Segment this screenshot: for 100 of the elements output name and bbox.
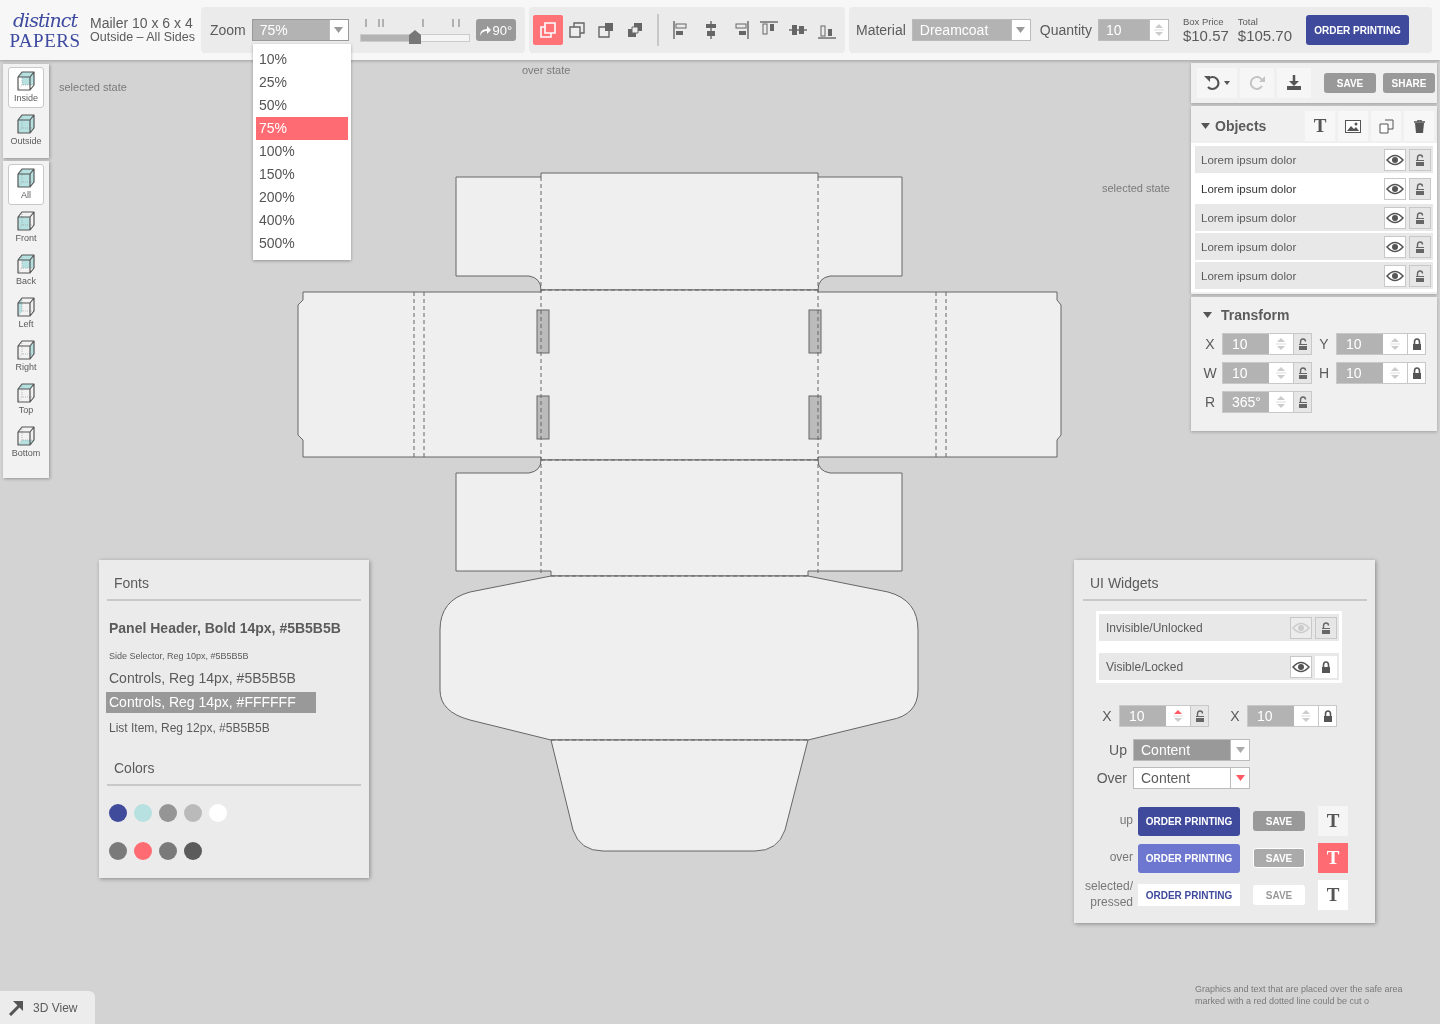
slider-thumb[interactable] bbox=[408, 30, 421, 44]
caret-icon bbox=[1235, 775, 1245, 781]
product-title: Mailer 10 x 6 x 4 bbox=[90, 16, 194, 31]
visibility-toggle[interactable] bbox=[1384, 235, 1406, 258]
visibility-toggle[interactable] bbox=[1384, 148, 1406, 171]
side-button[interactable]: Inside bbox=[8, 67, 44, 108]
object-label: Lorem ipsum dolor bbox=[1201, 182, 1297, 195]
object-row[interactable]: Lorem ipsum dolor bbox=[1195, 204, 1433, 231]
highlighted-sample-text: Controls, Reg 14px, #FFFFFF bbox=[106, 692, 316, 713]
redo-icon bbox=[1249, 75, 1265, 91]
order-printing-button[interactable]: ORDER PRINTING bbox=[1138, 843, 1240, 873]
order-printing-button[interactable]: ORDER PRINTING bbox=[1138, 806, 1240, 836]
object-label: Lorem ipsum dolor bbox=[1201, 240, 1297, 253]
lock-toggle[interactable] bbox=[1294, 333, 1312, 355]
lock-toggle[interactable] bbox=[1408, 362, 1426, 384]
visibility-toggle[interactable] bbox=[1384, 206, 1406, 229]
caret-icon bbox=[1016, 27, 1026, 33]
image-button[interactable] bbox=[1338, 111, 1368, 141]
visibility-toggle[interactable] bbox=[1290, 616, 1312, 639]
lock-icon bbox=[1415, 240, 1425, 253]
lock-toggle[interactable] bbox=[1409, 148, 1431, 171]
side-button[interactable]: Outside bbox=[8, 110, 44, 151]
lock-toggle[interactable] bbox=[1315, 616, 1337, 639]
arrow-icon bbox=[8, 999, 24, 1016]
section-header[interactable]: Transform bbox=[1203, 307, 1290, 323]
panel-title: Fonts bbox=[113, 574, 150, 592]
caret-icon bbox=[1235, 747, 1245, 753]
product-subtitle: Outside – All Sides bbox=[90, 30, 196, 44]
lock-toggle[interactable] bbox=[1409, 206, 1431, 229]
field-label: Up bbox=[1108, 742, 1127, 758]
stepper-icon bbox=[1390, 336, 1400, 352]
order-printing-button[interactable]: ORDER PRINTING bbox=[1138, 884, 1240, 906]
cube-icon bbox=[14, 295, 38, 319]
image-icon bbox=[1345, 119, 1361, 133]
menu-option[interactable]: 500% bbox=[256, 232, 348, 255]
object-row[interactable]: Lorem ipsum dolor bbox=[1195, 233, 1433, 260]
eye-icon bbox=[1386, 211, 1404, 224]
lock-toggle[interactable] bbox=[1409, 235, 1431, 258]
object-row[interactable]: Invisible/Unlocked bbox=[1099, 614, 1339, 641]
menu-option[interactable]: 400% bbox=[256, 209, 348, 232]
stepper-icon bbox=[1390, 365, 1400, 381]
arrow-icon bbox=[479, 24, 492, 36]
object-row[interactable]: Visible/Locked bbox=[1099, 653, 1339, 680]
view-3d-button[interactable]: 3D View bbox=[0, 991, 95, 1024]
text-tool-button[interactable]: T bbox=[1318, 806, 1348, 836]
visibility-toggle[interactable] bbox=[1384, 177, 1406, 200]
visibility-toggle[interactable] bbox=[1384, 264, 1406, 287]
lock-icon bbox=[1297, 396, 1308, 408]
lock-icon bbox=[1411, 338, 1422, 350]
annotation-text: selected state bbox=[59, 81, 127, 93]
delete-button[interactable] bbox=[1404, 111, 1434, 141]
lock-toggle[interactable] bbox=[1319, 705, 1337, 727]
menu-option[interactable]: 10% bbox=[256, 48, 348, 71]
section-header[interactable]: Objects bbox=[1201, 118, 1267, 134]
trash-icon bbox=[1413, 119, 1425, 133]
field-label: X bbox=[1204, 336, 1216, 352]
field-label: X bbox=[1229, 708, 1241, 724]
state-label: over bbox=[1108, 850, 1133, 866]
lock-toggle[interactable] bbox=[1294, 362, 1312, 384]
dropdown[interactable]: Content bbox=[1133, 767, 1250, 789]
slot bbox=[536, 309, 550, 354]
lock-icon bbox=[1297, 338, 1308, 350]
lock-toggle[interactable] bbox=[1191, 705, 1209, 727]
eye-icon bbox=[1386, 240, 1404, 253]
undo-button[interactable] bbox=[1197, 68, 1237, 98]
menu-option[interactable]: 25% bbox=[256, 71, 348, 94]
cube-icon bbox=[14, 112, 38, 136]
slot bbox=[808, 395, 822, 440]
field-label: X bbox=[1101, 708, 1113, 724]
cube-icon bbox=[14, 381, 38, 405]
menu-option[interactable]: 150% bbox=[256, 163, 348, 186]
menu-option[interactable]: 50% bbox=[256, 94, 348, 117]
footnote-text: Graphics and text that are placed over the safe area marked with a red dotted line could be cut o bbox=[1195, 983, 1404, 1007]
text-tool-button[interactable]: T bbox=[1305, 111, 1335, 141]
menu-option[interactable]: 200% bbox=[256, 186, 348, 209]
lock-toggle[interactable] bbox=[1408, 333, 1426, 355]
price-value: $105.70 bbox=[1237, 27, 1293, 43]
visibility-toggle[interactable] bbox=[1290, 655, 1312, 678]
side-button[interactable]: Left bbox=[8, 293, 44, 334]
side-button[interactable]: Back bbox=[8, 250, 44, 291]
object-row[interactable]: Lorem ipsum dolor bbox=[1195, 146, 1433, 173]
lock-icon bbox=[1194, 710, 1205, 722]
caret-icon bbox=[1203, 312, 1212, 318]
side-button[interactable]: Top bbox=[8, 379, 44, 420]
side-button[interactable]: All bbox=[8, 164, 44, 205]
lock-toggle[interactable] bbox=[1294, 391, 1312, 413]
object-row[interactable]: Lorem ipsum dolor bbox=[1195, 262, 1433, 289]
slot bbox=[536, 395, 550, 440]
sample-text: Controls, Reg 14px, #5B5B5B bbox=[109, 670, 297, 686]
side-button[interactable]: Right bbox=[8, 336, 44, 377]
order-printing-button[interactable]: ORDER PRINTING bbox=[1306, 15, 1410, 45]
text-tool-button[interactable]: T bbox=[1318, 880, 1348, 910]
lock-icon bbox=[1297, 367, 1308, 379]
lock-toggle[interactable] bbox=[1409, 264, 1431, 287]
material-label: Material bbox=[856, 22, 906, 38]
side-button[interactable]: Bottom bbox=[8, 422, 44, 463]
menu-option[interactable]: 100% bbox=[256, 140, 348, 163]
side-button[interactable]: Front bbox=[8, 207, 44, 248]
lock-toggle[interactable] bbox=[1409, 177, 1431, 200]
download-button[interactable] bbox=[1277, 68, 1311, 98]
